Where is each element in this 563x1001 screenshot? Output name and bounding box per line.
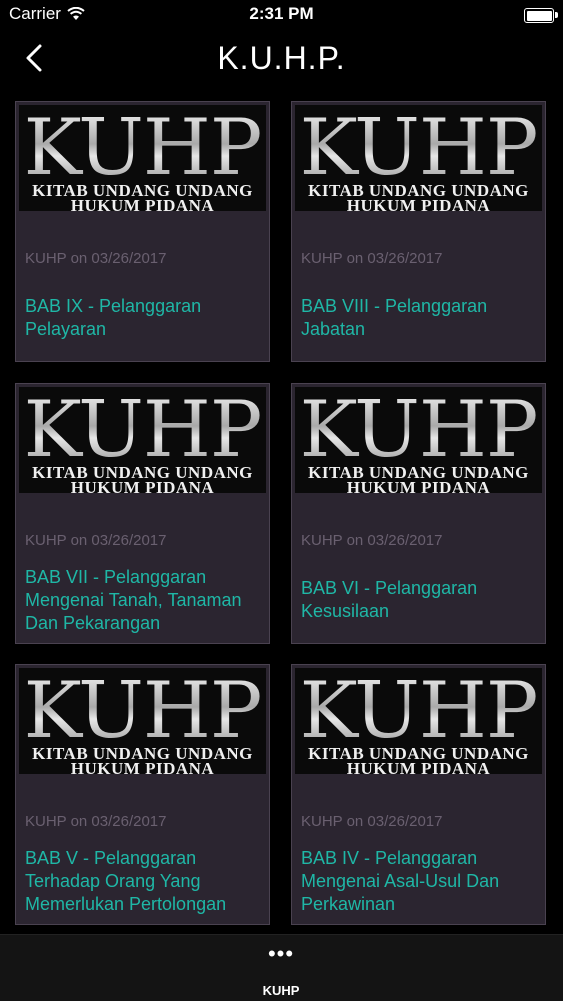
article-meta: KUHP on 03/26/2017 bbox=[25, 250, 167, 267]
status-time: 2:31 PM bbox=[249, 4, 314, 23]
article-title[interactable]: BAB V - Pelanggaran Terhadap Orang Yang … bbox=[25, 847, 261, 916]
article-meta: KUHP on 03/26/2017 bbox=[301, 532, 443, 549]
article-card[interactable]: KUHP KITAB UNDANG UNDANG HUKUM PIDANA KU… bbox=[291, 101, 546, 362]
banner-subtitle-line2: HUKUM PIDANA bbox=[346, 478, 491, 493]
kuhp-banner: KUHP KITAB UNDANG UNDANG HUKUM PIDANA bbox=[295, 668, 542, 774]
article-meta: KUHP on 03/26/2017 bbox=[25, 532, 167, 549]
banner-subtitle-line2: HUKUM PIDANA bbox=[346, 759, 491, 774]
page-title: K.U.H.P. bbox=[217, 40, 346, 76]
article-card[interactable]: KUHP KITAB UNDANG UNDANG HUKUM PIDANA KU… bbox=[15, 664, 270, 925]
article-meta: KUHP on 03/26/2017 bbox=[301, 250, 443, 267]
banner-title: KUHP bbox=[295, 108, 542, 188]
article-meta: KUHP on 03/26/2017 bbox=[301, 813, 443, 830]
article-title[interactable]: BAB IV - Pelanggaran Mengenai Asal-Usul … bbox=[301, 847, 537, 916]
article-title[interactable]: BAB IX - Pelanggaran Pelayaran bbox=[25, 295, 261, 341]
kuhp-banner: KUHP KITAB UNDANG UNDANG HUKUM PIDANA bbox=[295, 105, 542, 211]
banner-title: KUHP bbox=[295, 390, 542, 470]
kuhp-banner: KUHP KITAB UNDANG UNDANG HUKUM PIDANA bbox=[19, 105, 266, 211]
banner-title: KUHP bbox=[19, 108, 266, 188]
more-dots-icon: ••• bbox=[267, 941, 295, 966]
banner-title: KUHP bbox=[19, 390, 266, 470]
status-bar: Carrier 2:31 PM bbox=[0, 0, 563, 30]
article-meta: KUHP on 03/26/2017 bbox=[25, 813, 167, 830]
kuhp-banner: KUHP KITAB UNDANG UNDANG HUKUM PIDANA bbox=[19, 387, 266, 493]
article-card[interactable]: KUHP KITAB UNDANG UNDANG HUKUM PIDANA KU… bbox=[291, 664, 546, 925]
article-card[interactable]: KUHP KITAB UNDANG UNDANG HUKUM PIDANA KU… bbox=[15, 101, 270, 362]
banner-subtitle-line2: HUKUM PIDANA bbox=[346, 196, 491, 211]
battery-level bbox=[526, 10, 552, 21]
banner-subtitle-line2: HUKUM PIDANA bbox=[70, 759, 215, 774]
tab-kuhp[interactable]: ••• KUHP bbox=[231, 935, 331, 1001]
kuhp-banner: KUHP KITAB UNDANG UNDANG HUKUM PIDANA bbox=[295, 387, 542, 493]
tab-label: KUHP bbox=[262, 983, 300, 998]
battery-icon bbox=[524, 8, 558, 23]
kuhp-banner: KUHP KITAB UNDANG UNDANG HUKUM PIDANA bbox=[19, 668, 266, 774]
banner-subtitle-line2: HUKUM PIDANA bbox=[70, 478, 215, 493]
tab-bar: ••• KUHP bbox=[0, 934, 563, 1001]
article-title[interactable]: BAB VIII - Pelanggaran Jabatan bbox=[301, 295, 537, 341]
nav-bar: K.U.H.P. bbox=[0, 30, 563, 90]
article-title[interactable]: BAB VII - Pelanggaran Mengenai Tanah, Ta… bbox=[25, 566, 261, 635]
article-card[interactable]: KUHP KITAB UNDANG UNDANG HUKUM PIDANA KU… bbox=[15, 383, 270, 644]
banner-title: KUHP bbox=[295, 671, 542, 751]
article-title[interactable]: BAB VI - Pelanggaran Kesusilaan bbox=[301, 577, 537, 623]
banner-subtitle-line2: HUKUM PIDANA bbox=[70, 196, 215, 211]
banner-title: KUHP bbox=[19, 671, 266, 751]
article-card[interactable]: KUHP KITAB UNDANG UNDANG HUKUM PIDANA KU… bbox=[291, 383, 546, 644]
